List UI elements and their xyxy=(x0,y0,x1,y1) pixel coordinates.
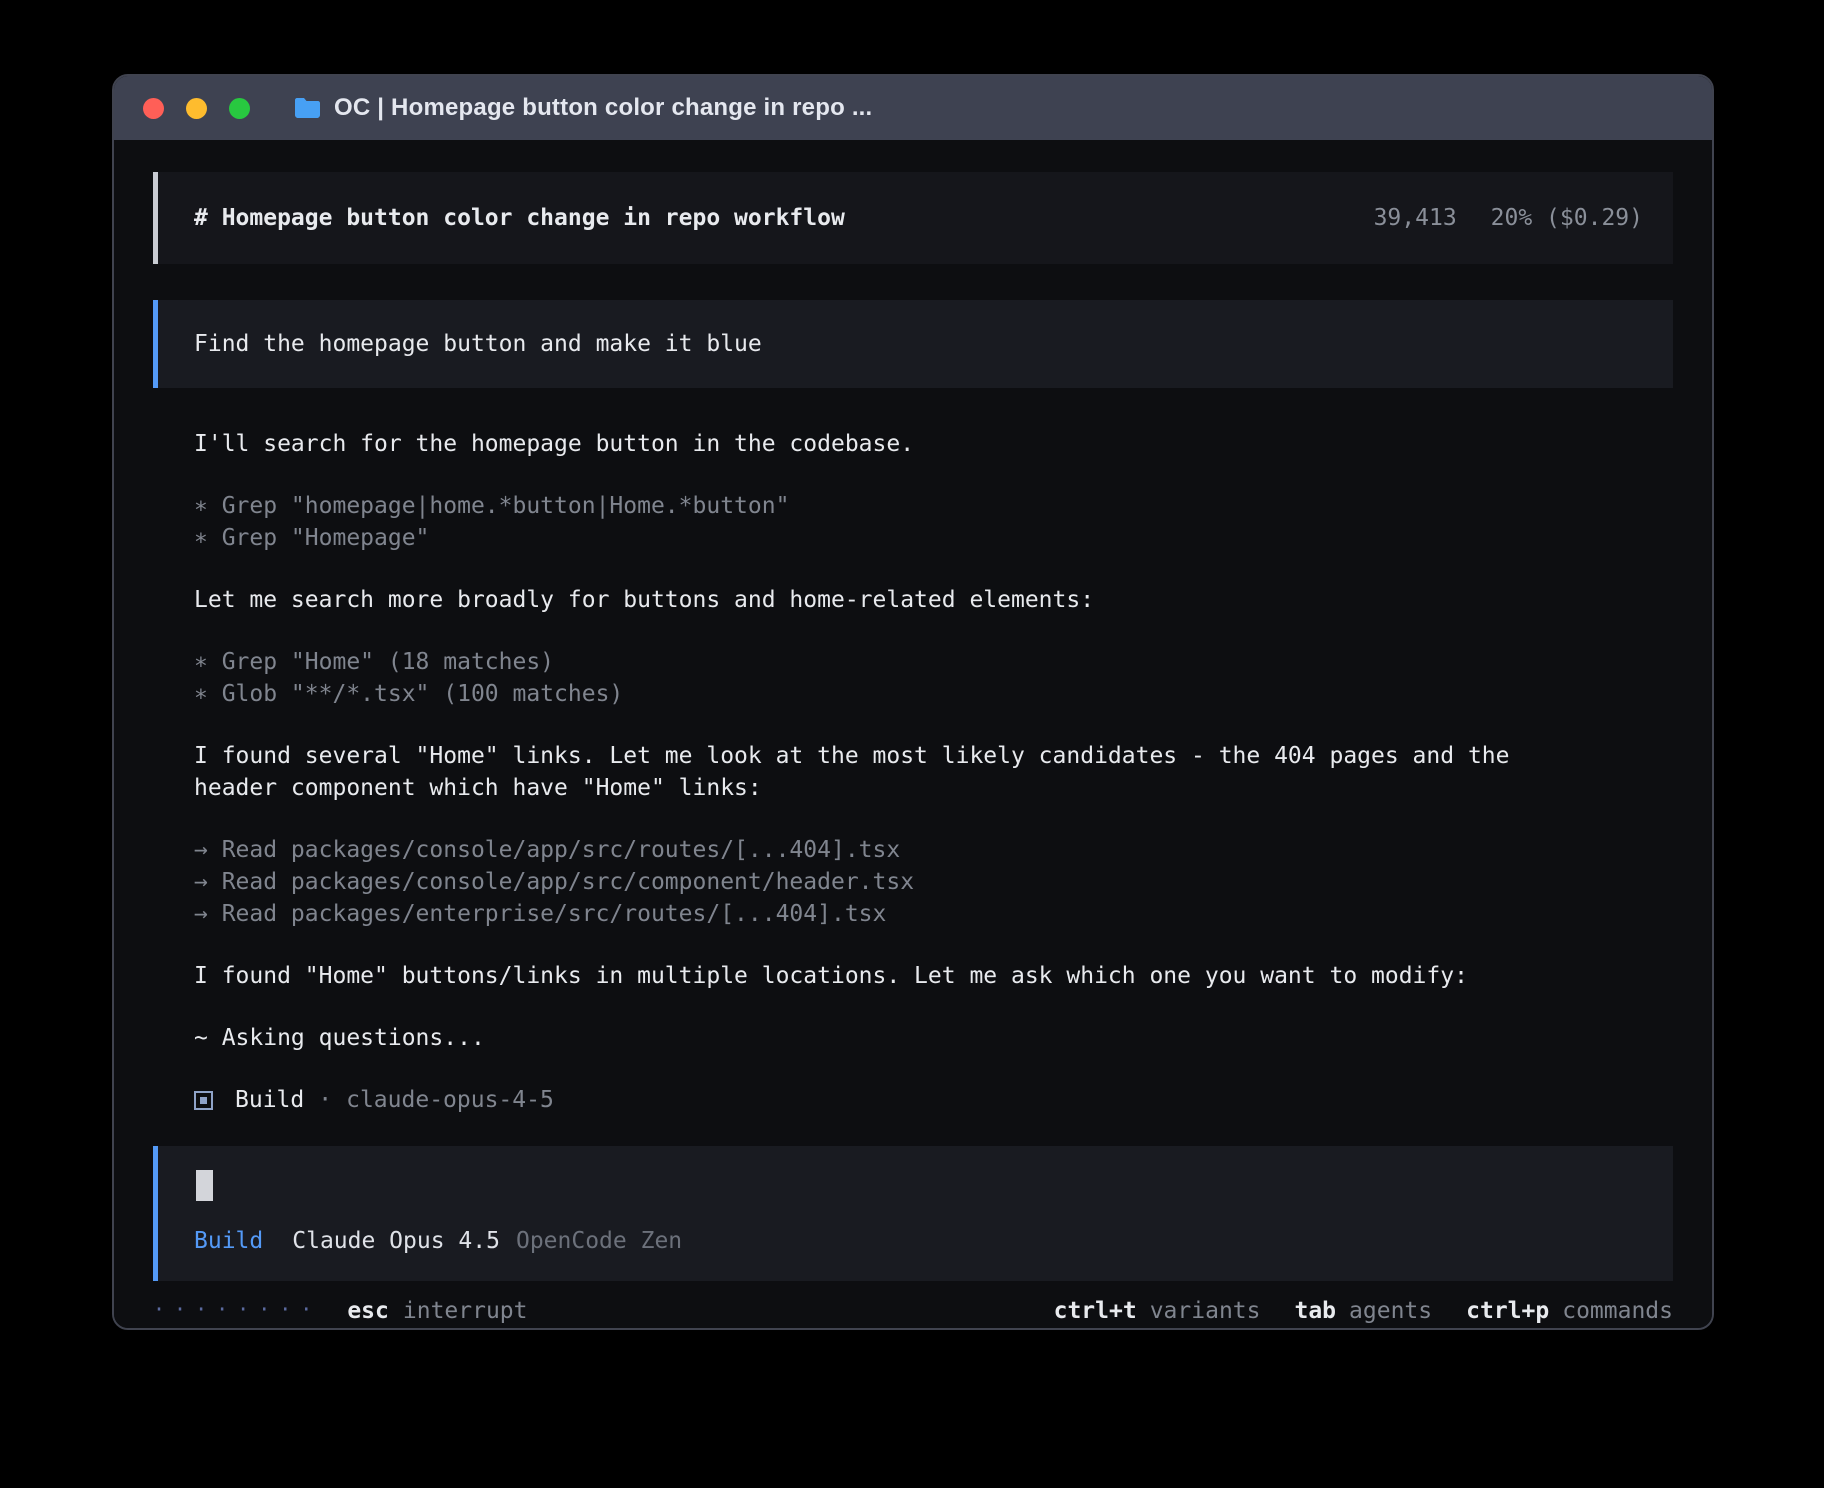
terminal-window: OC | Homepage button color change in rep… xyxy=(112,74,1714,1330)
assistant-message: Let me search more broadly for buttons a… xyxy=(194,584,1574,616)
text-cursor xyxy=(196,1170,213,1201)
shortcut-label: agents xyxy=(1349,1295,1432,1327)
assistant-message: I found several "Home" links. Let me loo… xyxy=(194,740,1574,804)
mode-label: Build xyxy=(194,1225,263,1257)
user-message-text: Find the homepage button and make it blu… xyxy=(194,331,762,357)
shortcut-key: ctrl+p xyxy=(1466,1295,1549,1327)
context-usage: 20% ($0.29) xyxy=(1491,205,1643,231)
close-button[interactable] xyxy=(143,98,164,119)
shortcut-key: tab xyxy=(1294,1295,1336,1327)
status-left: ········ esc interrupt xyxy=(153,1295,528,1327)
title-group: OC | Homepage button color change in rep… xyxy=(294,94,872,122)
terminal-content[interactable]: # Homepage button color change in repo w… xyxy=(114,140,1712,1328)
tool-call-line: ∗ Grep "homepage|home.*button|Home.*butt… xyxy=(194,490,1574,522)
tool-call-line: ∗ Grep "Home" (18 matches) xyxy=(194,646,1574,678)
tool-call-group: ∗ Grep "Home" (18 matches) ∗ Glob "**/*.… xyxy=(194,646,1574,710)
tool-call-line: → Read packages/console/app/src/componen… xyxy=(194,866,1574,898)
agent-status-row: Build · claude-opus-4-5 xyxy=(194,1084,1574,1116)
prompt-input[interactable]: Build Claude Opus 4.5 OpenCode Zen xyxy=(153,1146,1673,1281)
shortcut-label: commands xyxy=(1562,1295,1673,1327)
activity-status: ~ Asking questions... xyxy=(194,1022,1574,1054)
status-bar: ········ esc interrupt ctrl+t variants t… xyxy=(153,1295,1673,1327)
session-header: # Homepage button color change in repo w… xyxy=(153,172,1673,264)
zoom-button[interactable] xyxy=(229,98,250,119)
shortcut-commands: ctrl+p commands xyxy=(1466,1295,1673,1327)
model-label: Claude Opus 4.5 xyxy=(292,1225,500,1257)
tool-call-group: ∗ Grep "homepage|home.*button|Home.*butt… xyxy=(194,490,1574,554)
spinner-dots: ········ xyxy=(153,1293,321,1325)
tool-call-line: ∗ Glob "**/*.tsx" (100 matches) xyxy=(194,678,1574,710)
esc-key-label: interrupt xyxy=(403,1295,528,1327)
titlebar[interactable]: OC | Homepage button color change in rep… xyxy=(114,76,1712,140)
assistant-message: I found "Home" buttons/links in multiple… xyxy=(194,960,1574,992)
status-right: ctrl+t variants tab agents ctrl+p comman… xyxy=(1054,1295,1673,1327)
folder-icon xyxy=(294,97,321,119)
esc-key-hint: esc xyxy=(347,1295,389,1327)
minimize-button[interactable] xyxy=(186,98,207,119)
shortcut-variants: ctrl+t variants xyxy=(1054,1295,1261,1327)
separator-dot: · xyxy=(318,1084,332,1116)
input-meta: Build Claude Opus 4.5 OpenCode Zen xyxy=(194,1225,1637,1257)
token-count: 39,413 xyxy=(1374,205,1457,231)
shortcut-key: ctrl+t xyxy=(1054,1295,1137,1327)
agent-name: Build xyxy=(235,1084,304,1116)
session-stats: 39,413 20% ($0.29) xyxy=(1374,205,1643,231)
agent-model: claude-opus-4-5 xyxy=(346,1084,554,1116)
user-message: Find the homepage button and make it blu… xyxy=(153,300,1673,388)
window-title: OC | Homepage button color change in rep… xyxy=(334,94,872,122)
agent-icon xyxy=(194,1091,213,1110)
tool-call-line: → Read packages/enterprise/src/routes/[.… xyxy=(194,898,1574,930)
tool-call-group: → Read packages/console/app/src/routes/[… xyxy=(194,834,1574,930)
provider-label: OpenCode Zen xyxy=(516,1225,682,1257)
session-title: # Homepage button color change in repo w… xyxy=(194,205,845,231)
traffic-lights xyxy=(143,98,250,119)
tool-call-line: → Read packages/console/app/src/routes/[… xyxy=(194,834,1574,866)
tool-call-line: ∗ Grep "Homepage" xyxy=(194,522,1574,554)
assistant-message: I'll search for the homepage button in t… xyxy=(194,428,1574,460)
transcript: I'll search for the homepage button in t… xyxy=(153,428,1574,1116)
shortcut-agents: tab agents xyxy=(1294,1295,1432,1327)
shortcut-label: variants xyxy=(1150,1295,1261,1327)
